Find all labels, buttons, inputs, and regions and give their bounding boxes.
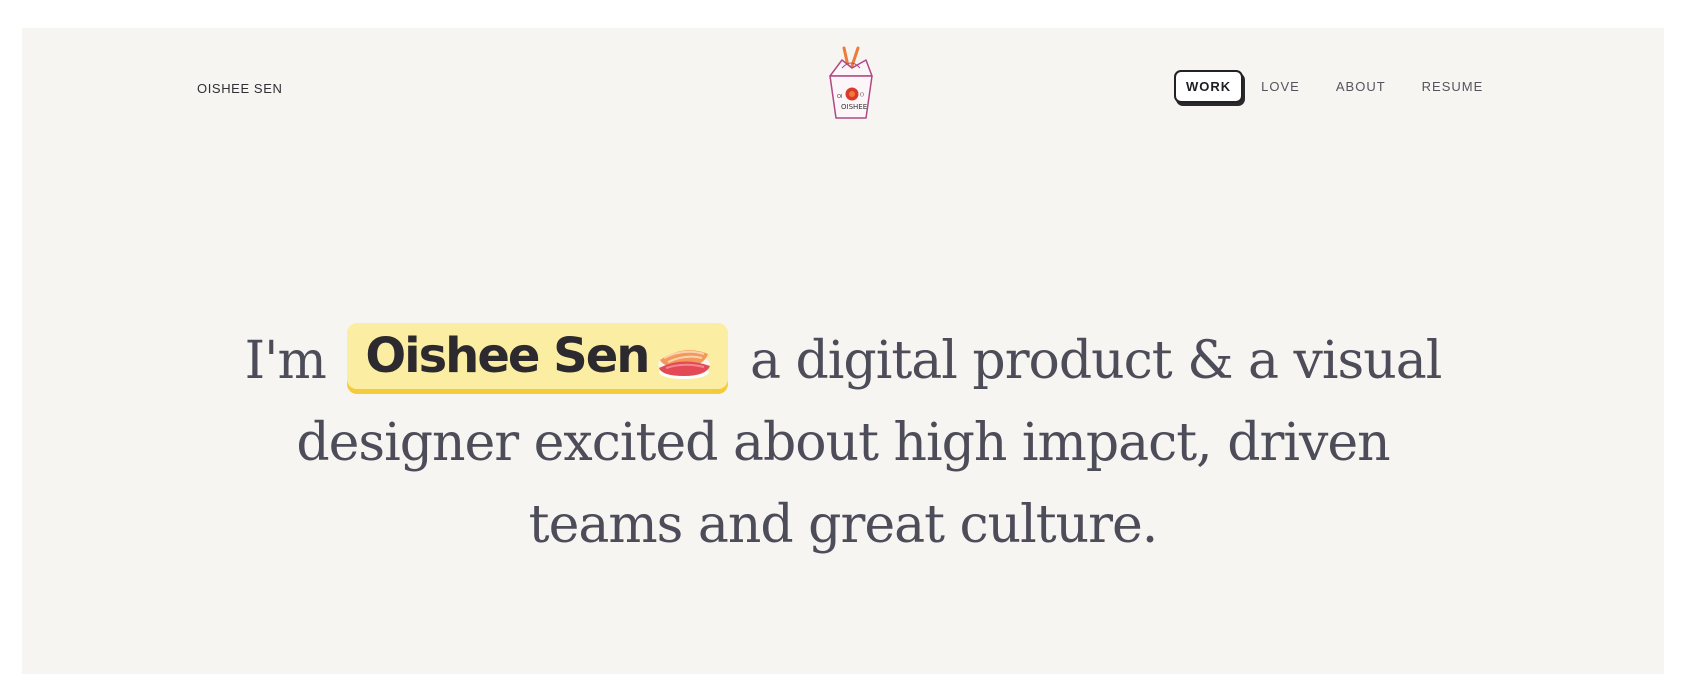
nav-item-resume[interactable]: RESUME (1412, 72, 1494, 101)
sushi-icon (654, 330, 714, 380)
nav-item-about[interactable]: ABOUT (1326, 72, 1396, 101)
hero-line-1: I'm Oishee Sen a digital product & a vis (22, 320, 1664, 402)
nav-item-work[interactable]: WORK (1174, 70, 1244, 103)
hero-name: Oishee Sen (365, 328, 650, 384)
hero-heading: I'm Oishee Sen a digital product & a vis (22, 320, 1664, 566)
hero-line-3: teams and great culture. (528, 495, 1159, 555)
svg-text:(): () (860, 92, 864, 98)
svg-text:OI: OI (837, 94, 842, 100)
nav-item-love[interactable]: LOVE (1251, 72, 1310, 101)
hero-prefix: I'm (244, 331, 327, 391)
name-highlight-chip: Oishee Sen (347, 323, 729, 389)
page-container: OISHEE SEN OI () OISHEE WORK LOVE ABOUT … (22, 28, 1664, 674)
hero-line1-suffix: a digital product & a visual (749, 331, 1442, 391)
main-nav: WORK LOVE ABOUT RESUME (1174, 70, 1509, 103)
hero-line-2: designer excited about high impact, driv… (296, 413, 1390, 473)
takeout-box-logo-icon[interactable]: OI () OISHEE (820, 46, 880, 126)
logo-text: OISHEE (841, 103, 867, 111)
site-name-link[interactable]: OISHEE SEN (197, 81, 282, 96)
